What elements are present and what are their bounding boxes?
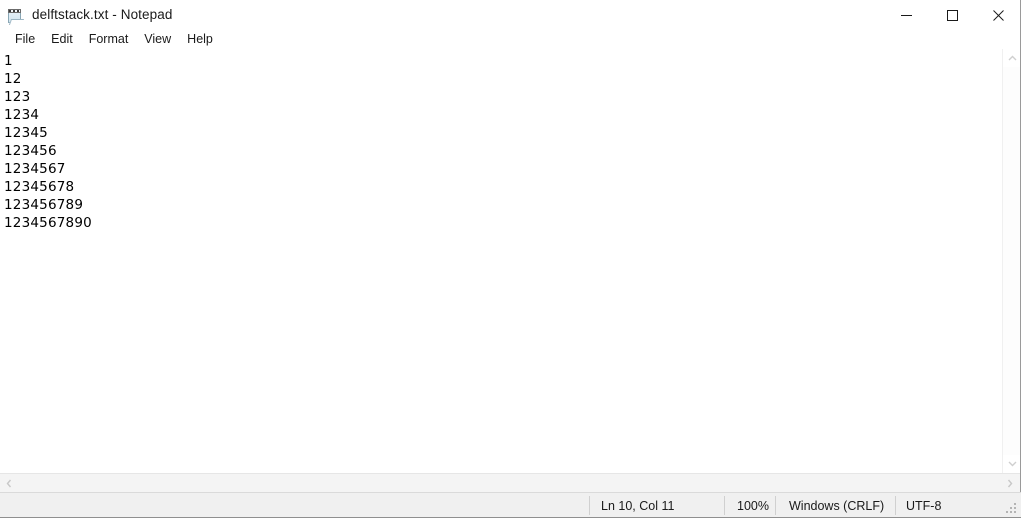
- title-bar: delftstack.txt - Notepad: [0, 0, 1021, 30]
- notepad-icon: [7, 7, 25, 25]
- window-title: delftstack.txt - Notepad: [32, 7, 173, 23]
- status-zoom-level[interactable]: 100%: [737, 493, 769, 518]
- editor-area: 1 12 123 1234 12345 123456 1234567 12345…: [0, 49, 1021, 492]
- close-icon: [992, 9, 1004, 21]
- scroll-down-button[interactable]: [1003, 455, 1021, 473]
- menu-item-edit[interactable]: Edit: [43, 31, 81, 49]
- menu-item-view[interactable]: View: [136, 31, 179, 49]
- status-encoding: UTF-8: [906, 498, 942, 513]
- chevron-down-icon: [1008, 461, 1016, 467]
- horizontal-scrollbar[interactable]: [0, 473, 1021, 492]
- text-line: 1234: [4, 107, 40, 123]
- chevron-right-icon: [1007, 479, 1013, 487]
- window-controls: [883, 0, 1021, 30]
- text-line: 1: [4, 53, 13, 69]
- text-line: 1234567: [4, 161, 66, 177]
- status-line-endings: Windows (CRLF): [789, 498, 885, 513]
- status-cursor-position: Ln 10, Col 11: [601, 498, 675, 513]
- minimize-icon: [900, 14, 912, 16]
- text-line: 12345678: [4, 179, 75, 195]
- text-line: 123456789: [4, 197, 84, 213]
- notepad-window: delftstack.txt - Notepad File Edit Forma…: [0, 0, 1021, 518]
- text-line: 123456: [4, 143, 57, 159]
- text-line: 1234567890: [4, 215, 92, 231]
- menu-item-file[interactable]: File: [7, 31, 43, 49]
- chevron-up-icon: [1008, 55, 1016, 61]
- menu-item-format[interactable]: Format: [81, 31, 137, 49]
- status-bar: Ln 10, Col 11 100% Windows (CRLF) UTF-8: [0, 492, 1021, 518]
- vertical-scrollbar[interactable]: [1002, 49, 1021, 473]
- status-separator: [589, 496, 590, 515]
- maximize-icon: [946, 9, 958, 21]
- maximize-button[interactable]: [929, 0, 975, 30]
- minimize-button[interactable]: [883, 0, 929, 30]
- resize-grip-icon[interactable]: [1006, 503, 1018, 515]
- horizontal-scrollbar-track[interactable]: [18, 474, 1001, 492]
- status-separator: [724, 496, 725, 515]
- scroll-left-button[interactable]: [0, 474, 18, 492]
- close-button[interactable]: [975, 0, 1021, 30]
- menu-bar: File Edit Format View Help: [0, 30, 1021, 49]
- menu-item-help[interactable]: Help: [179, 31, 221, 49]
- text-line: 12345: [4, 125, 48, 141]
- scroll-up-button[interactable]: [1003, 49, 1021, 67]
- status-separator: [775, 496, 776, 515]
- text-line: 12: [4, 71, 22, 87]
- status-separator: [895, 496, 896, 515]
- scroll-right-button[interactable]: [1001, 474, 1019, 492]
- text-editor[interactable]: 1 12 123 1234 12345 123456 1234567 12345…: [0, 49, 1002, 473]
- vertical-scrollbar-track[interactable]: [1003, 67, 1021, 455]
- text-line: 123: [4, 89, 31, 105]
- chevron-left-icon: [6, 479, 12, 487]
